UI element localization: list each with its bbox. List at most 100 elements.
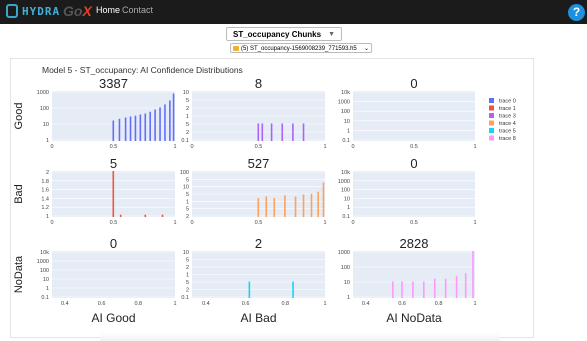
subplot-count: 0 <box>410 156 417 171</box>
subplot-2-2: 1000 100 10 1 2828 0.4 0.6 0.8 1 <box>338 236 477 307</box>
x-tick-label: 0.5 <box>410 144 418 150</box>
histogram-bar <box>401 281 403 298</box>
x-tick-label: 0.4 <box>202 301 210 307</box>
y-tick-label: 5 <box>186 98 189 104</box>
y-tick-label: 0.1 <box>342 214 350 220</box>
y-tick-label: 100 <box>341 109 350 115</box>
x-tick-label: 0.5 <box>255 220 263 226</box>
y-tick-label: 1000 <box>338 179 350 185</box>
x-tick-label: 0.5 <box>110 144 118 150</box>
y-tick-label: 2 <box>186 106 189 112</box>
y-tick-label: 10 <box>344 280 350 286</box>
y-tick-label: 100 <box>40 106 49 112</box>
y-tick-label: 0.1 <box>181 138 189 144</box>
histogram-bar <box>322 182 325 217</box>
histogram-bar <box>144 113 147 141</box>
subplot-1-1: 10051051525270 0.5 1 <box>180 156 327 226</box>
x-tick-label: 0.6 <box>98 301 106 307</box>
subplot-1-0: 2 1.8 1.6 1.4 1.2 1 5 0 0.5 1 <box>41 156 176 226</box>
y-tick-label: 1 <box>347 295 350 301</box>
x-tick-label: 1 <box>473 301 476 307</box>
y-tick-label: 1 <box>186 114 189 120</box>
subplot-count: 5 <box>110 156 117 171</box>
histogram-bar <box>261 123 264 141</box>
histogram-bar <box>472 251 474 298</box>
y-tick-label: 2 <box>46 170 49 176</box>
y-tick-label: 1000 <box>37 90 49 96</box>
y-tick-label: 10 <box>183 185 189 191</box>
y-tick-label: 10k <box>341 170 350 176</box>
subplot-0-0: 1000 100 10 1 3387 0 0.5 1 <box>37 76 177 150</box>
x-tick-label: 0.5 <box>410 220 418 226</box>
y-tick-label: 5 <box>186 280 189 286</box>
histogram-bar <box>392 281 394 298</box>
y-tick-label: 10k <box>341 90 350 96</box>
histogram-bar <box>423 281 425 298</box>
subplot-count: 3387 <box>99 76 128 91</box>
histogram-bar <box>464 273 467 298</box>
y-tick-label: 2 <box>186 130 189 136</box>
x-tick-label: 0 <box>190 220 193 226</box>
y-tick-label: 1.4 <box>41 196 49 202</box>
y-tick-label: 5 <box>186 258 189 264</box>
legend-label: trace 8 <box>499 136 516 142</box>
legend-label: trace 1 <box>499 106 516 112</box>
y-tick-label: 0.1 <box>181 295 189 301</box>
histogram-bar <box>270 123 273 141</box>
subplot-count: 0 <box>410 76 417 91</box>
histogram-bar <box>310 193 313 217</box>
subplot-2-1: 10521520.120.4 0.6 0.8 1 <box>181 236 326 307</box>
histogram-bar <box>248 281 251 298</box>
y-tick-label: 100 <box>180 170 189 176</box>
y-tick-label: 2 <box>186 288 189 294</box>
histogram-bar <box>284 195 286 217</box>
x-tick-label: 0 <box>50 220 53 226</box>
legend-label: trace 4 <box>499 121 516 127</box>
x-tick-label: 1 <box>323 220 326 226</box>
histogram-bar <box>292 123 294 141</box>
legend-swatch <box>489 105 494 111</box>
legend-swatch <box>489 135 494 141</box>
y-tick-label: 1 <box>347 128 350 134</box>
x-tick-label: 0 <box>351 144 354 150</box>
y-tick-label: 10 <box>344 119 350 125</box>
histogram-bar <box>144 214 147 217</box>
subplot-2-0: 10k 1000 100 10 1 0.1 0 0.4 0.6 0.8 1 <box>37 236 177 307</box>
histogram-bar <box>265 196 268 217</box>
subplot-background <box>353 171 475 217</box>
legend-label: trace 5 <box>499 129 516 135</box>
x-tick-label: 1 <box>173 301 176 307</box>
x-tick-label: 0.4 <box>61 301 69 307</box>
y-tick-label: 1000 <box>338 100 350 106</box>
y-tick-label: 1 <box>46 286 49 292</box>
y-tick-label: 10 <box>43 122 49 128</box>
y-tick-label: 10 <box>183 90 189 96</box>
y-tick-label: 2 <box>186 265 189 271</box>
x-tick-label: 0 <box>190 144 193 150</box>
legend-swatch <box>489 120 494 126</box>
histogram-bar <box>112 120 115 141</box>
histogram-bar <box>302 123 305 141</box>
histogram-bar <box>129 116 132 141</box>
figure-title: Model 5 - ST_occupancy: AI Confidence Di… <box>42 65 243 75</box>
y-tick-label: 1 <box>186 199 189 205</box>
x-tick-label: 0.8 <box>134 301 142 307</box>
subplot-count: 0 <box>110 236 117 251</box>
x-tick-label: 0 <box>50 144 53 150</box>
column-label: AI NoData <box>386 311 442 325</box>
x-tick-label: 0.5 <box>255 144 263 150</box>
y-tick-label: 100 <box>40 268 49 274</box>
x-tick-label: 1 <box>473 144 476 150</box>
subplot-count: 8 <box>255 76 262 91</box>
histogram-bar <box>112 171 115 217</box>
y-tick-label: 100 <box>341 265 350 271</box>
row-label: NoData <box>13 255 25 293</box>
y-tick-label: 5 <box>186 192 189 198</box>
histogram-bar <box>281 123 284 141</box>
histogram-bar <box>124 117 127 141</box>
histogram-bar <box>154 109 156 141</box>
y-tick-label: 1000 <box>338 250 350 256</box>
legend-swatch <box>489 128 494 133</box>
x-tick-label: 0.6 <box>398 301 406 307</box>
x-tick-label: 0.8 <box>281 301 289 307</box>
